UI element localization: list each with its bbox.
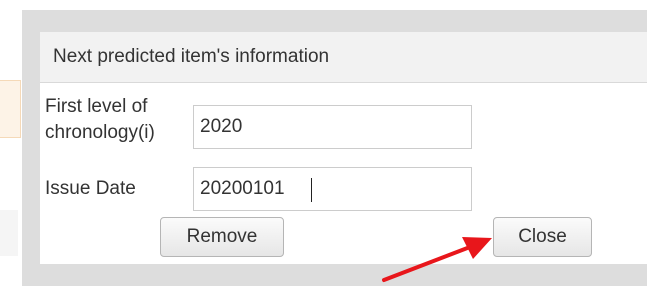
issue-date-input[interactable]	[193, 167, 472, 211]
dialog-title: Next predicted item's information	[53, 46, 330, 67]
predicted-item-dialog: Next predicted item's information First …	[40, 32, 647, 264]
chronology-label: First level of chronology(i)	[45, 94, 195, 146]
text-caret	[311, 178, 312, 202]
red-arrow-annotation	[382, 237, 492, 282]
backdrop-bottom-strip	[0, 286, 647, 298]
backdrop-grey-row	[0, 210, 18, 256]
chronology-label-line1: First level of	[45, 96, 148, 117]
backdrop-highlight-row	[0, 80, 21, 138]
chronology-label-line2: chronology(i)	[45, 122, 155, 143]
backdrop-left-strip	[0, 10, 22, 286]
chronology-input[interactable]	[193, 105, 472, 149]
arrow-shaft	[382, 245, 472, 282]
backdrop-top-strip	[0, 0, 647, 10]
dialog-header: Next predicted item's information	[40, 32, 647, 83]
remove-button[interactable]: Remove	[160, 217, 284, 257]
issue-date-label: Issue Date	[45, 178, 136, 199]
